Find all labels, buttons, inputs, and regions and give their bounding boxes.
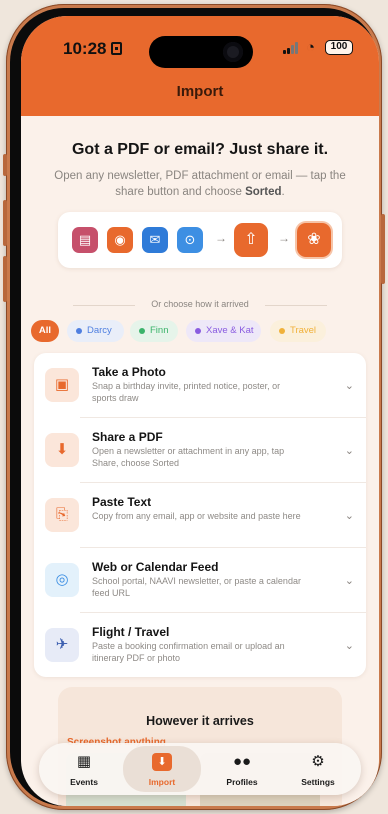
pdf-file-icon: ▤ [72, 227, 98, 253]
tab-events[interactable]: ▦ Events [45, 743, 123, 795]
camera-scan-icon: ▣ [45, 368, 79, 402]
dot-icon [139, 328, 145, 334]
people-icon: ●● [232, 753, 252, 770]
tab-profiles[interactable]: ●● Profiles [203, 743, 281, 795]
power-button [381, 214, 385, 284]
arrow-right-icon: → [278, 231, 290, 245]
volume-up-button [3, 200, 7, 246]
page-title: Import [176, 83, 224, 100]
globe-icon: ◎ [45, 563, 79, 597]
dot-icon [195, 328, 201, 334]
chip-all[interactable]: All [31, 320, 59, 342]
chip-travel[interactable]: Travel [270, 320, 326, 342]
tab-bar: ▦ Events ⬇ Import ●● Profiles ⚙ Settings [39, 743, 361, 795]
arrow-right-icon: → [215, 231, 227, 245]
signal-icon [283, 42, 301, 54]
source-description: Paste a booking confirmation email or up… [92, 641, 285, 663]
chip-xave-kat[interactable]: Xave & Kat [186, 320, 261, 342]
chevron-down-icon: ⌄ [344, 380, 354, 392]
status-bar: 10:28 ◔ 100 [21, 36, 379, 68]
action-button [3, 154, 7, 176]
import-icon: ⬇ [152, 753, 172, 771]
section-title: However it arrives [146, 714, 254, 728]
source-description: Copy from any email, app or website and … [92, 511, 301, 521]
section-divider: Or choose how it arrived [39, 299, 361, 311]
volume-down-button [3, 256, 7, 302]
chevron-down-icon: ⌄ [344, 445, 354, 457]
clipboard-icon: ⎘ [45, 498, 79, 532]
safari-icon: ⊙ [177, 227, 203, 253]
dynamic-island [149, 36, 253, 68]
share-icon: ⇧ [234, 223, 268, 257]
clock: 10:28 [63, 39, 107, 58]
wifi-icon: ◔ [306, 39, 316, 56]
share-flow-diagram: ▤ ◉ ✉ ⊙ → ⇧ → ❀ [58, 212, 342, 268]
source-title: Share a PDF [92, 430, 163, 444]
chevron-down-icon: ⌄ [344, 575, 354, 587]
filter-chips: All Darcy Finn Xave & Kat Travel [21, 320, 379, 342]
source-web-calendar-feed[interactable]: ◎ Web or Calendar Feed School portal, NA… [34, 548, 366, 613]
source-title: Flight / Travel [92, 625, 170, 639]
dot-icon [279, 328, 285, 334]
hero-subtitle: Open any newsletter, PDF attachment or e… [54, 170, 346, 198]
sorted-logo-icon: ❀ [297, 223, 331, 257]
source-title: Web or Calendar Feed [92, 560, 219, 574]
chip-finn[interactable]: Finn [130, 320, 178, 342]
hero-title: Got a PDF or email? Just share it. [71, 141, 329, 158]
chevron-down-icon: ⌄ [344, 640, 354, 652]
tab-settings[interactable]: ⚙ Settings [279, 743, 357, 795]
source-take-photo[interactable]: ▣ Take a Photo Snap a birthday invite, p… [34, 353, 366, 418]
source-description: School portal, NAAVI newsletter, or past… [92, 576, 301, 598]
source-description: Snap a birthday invite, printed notice, … [92, 381, 281, 403]
camera-icon: ◉ [107, 227, 133, 253]
header-bar: 10:28 ◔ 100 Import [21, 16, 379, 116]
battery-indicator: 100 [325, 40, 353, 55]
source-share-pdf[interactable]: ⬇ Share a PDF Open a newsletter or attac… [34, 418, 366, 483]
sim-icon [111, 42, 122, 55]
gear-icon: ⚙ [311, 753, 325, 770]
camera-lens-icon [223, 42, 243, 62]
mail-icon: ✉ [142, 227, 168, 253]
chevron-down-icon: ⌄ [344, 510, 354, 522]
import-sources-list: ▣ Take a Photo Snap a birthday invite, p… [34, 353, 366, 677]
divider-label: Or choose how it arrived [151, 299, 249, 309]
source-paste-text[interactable]: ⎘ Paste Text Copy from any email, app or… [34, 483, 366, 548]
airplane-icon: ✈ [45, 628, 79, 662]
source-flight-travel[interactable]: ✈ Flight / Travel Paste a booking confir… [34, 613, 366, 678]
calendar-icon: ▦ [76, 753, 92, 770]
tab-import[interactable]: ⬇ Import [123, 746, 201, 792]
source-title: Take a Photo [92, 365, 166, 379]
source-description: Open a newsletter or attachment in any a… [92, 446, 285, 468]
app-screen: 10:28 ◔ 100 Import Got a PDF or email? J… [21, 16, 379, 806]
dot-icon [76, 328, 82, 334]
pdf-share-icon: ⬇ [45, 433, 79, 467]
source-title: Paste Text [92, 495, 152, 509]
chip-darcy[interactable]: Darcy [67, 320, 124, 342]
